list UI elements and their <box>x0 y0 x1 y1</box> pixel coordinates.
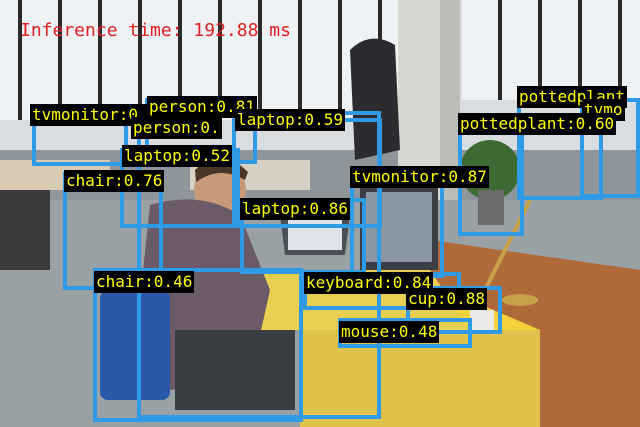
det-label-pottedplant: pottedplant:0.60 <box>458 113 617 135</box>
det-label-person-back-2: person:0. <box>131 117 222 139</box>
det-label-chair-front: chair:0.46 <box>94 271 195 293</box>
det-label-laptop-back: laptop:0.59 <box>235 109 345 131</box>
det-label-tvmonitor-main: tvmonitor:0.87 <box>350 166 489 188</box>
inference-time-text: Inference time: 192.88 ms <box>20 20 291 41</box>
det-label-cup: cup:0.88 <box>406 288 488 310</box>
det-label-chair-left: chair:0.76 <box>64 170 165 192</box>
det-label-laptop-mid: laptop:0.52 <box>122 145 232 167</box>
det-label-mouse: mouse:0.48 <box>339 321 440 343</box>
det-label-laptop-main: laptop:0.86 <box>240 198 350 220</box>
